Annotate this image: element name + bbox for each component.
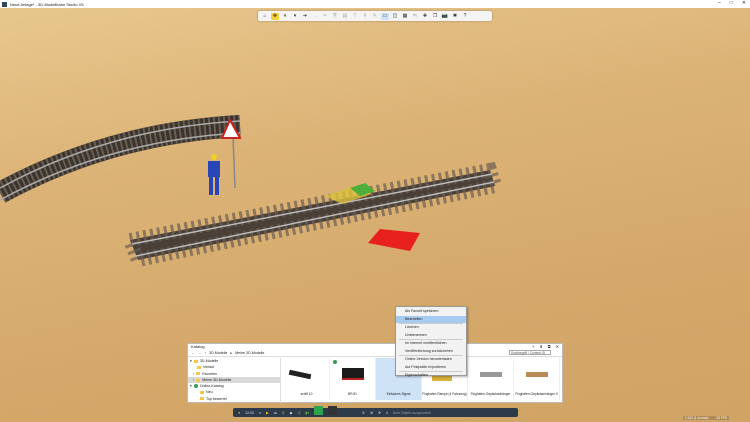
menu-item-download-online[interactable]: Online-Version herunterladen	[396, 356, 466, 364]
menu-item-unpublish[interactable]: Veröffentlichung zurückziehen	[396, 348, 466, 356]
arrow-right-icon[interactable]: →	[311, 13, 319, 20]
layers-icon[interactable]: ◆	[290, 411, 293, 415]
play-icon[interactable]: ▶	[266, 411, 269, 415]
view3d-icon[interactable]: ◫	[391, 13, 399, 20]
breadcrumb-separator: ▸	[230, 351, 233, 355]
straight-track[interactable]	[120, 161, 504, 269]
mirror-icon[interactable]: ⇋	[411, 13, 419, 20]
app-icon	[2, 1, 7, 7]
breadcrumb: ← → ↑ 3D-Modelle ▸ Meine 3D-Modelle	[188, 350, 562, 357]
red-marker	[368, 229, 420, 251]
tools-icon[interactable]: ✣	[378, 411, 381, 415]
globe-icon	[333, 360, 337, 364]
puzzle-icon[interactable]: ✱	[451, 13, 459, 20]
catalog-tile[interactable]: BR 81	[330, 358, 376, 400]
sun-icon[interactable]: ●	[238, 411, 240, 415]
help-icon[interactable]: ?	[461, 13, 469, 20]
align-icon[interactable]: ⇅	[362, 411, 365, 415]
camera-icon[interactable]: 📷	[441, 13, 449, 20]
pause-icon[interactable]: ⏸	[259, 411, 261, 415]
worker-figure	[208, 154, 220, 195]
back-icon[interactable]: ←	[191, 351, 195, 355]
minimize-button[interactable]: –	[718, 0, 721, 6]
tree-item[interactable]: Top bewertet	[188, 396, 280, 402]
window-title: Neue Anlage* - 3D-Modellbahn Studio V5	[10, 1, 84, 7]
view2d-icon[interactable]: ▭	[381, 12, 389, 20]
clock-time[interactable]: 12:00	[245, 411, 254, 415]
globe-icon	[193, 384, 198, 389]
pause-icon[interactable]: ⏸	[281, 13, 289, 20]
chevron-down-icon[interactable]: ▾	[291, 13, 299, 20]
fast-forward-icon[interactable]: ⏭	[274, 411, 277, 415]
folder-icon	[197, 365, 201, 369]
menu-item-properties[interactable]: Eigenschaften	[396, 372, 466, 380]
menu-item-edit[interactable]: Bearbeiten	[396, 315, 466, 323]
layers-icon[interactable]: ▦	[401, 13, 409, 20]
catalog-tile[interactable]: Flughafen-Gepäckanhänger II	[514, 358, 560, 400]
forward-icon[interactable]: →	[198, 351, 202, 355]
search-input[interactable]: Suchbegriff / Content-ID	[509, 350, 551, 355]
menu-item-rename[interactable]: Umbenennen	[396, 332, 466, 340]
grid-icon[interactable]: #	[361, 13, 369, 20]
folder-icon	[196, 372, 201, 376]
breadcrumb-item[interactable]: Meine 3D-Modelle	[235, 351, 264, 355]
breadcrumb-item[interactable]: 3D-Modelle	[209, 351, 227, 355]
status-bar: 1:100 (1 m-max) 33 FPS	[683, 416, 730, 420]
bucket-icon[interactable]: ▮▾	[305, 411, 309, 415]
fps-readout: 33 FPS	[716, 416, 728, 420]
curved-track[interactable]	[0, 115, 241, 203]
catalog-tree: ▾ 3D-Modelle Verlauf › Favoriten › Meine 3D…	[188, 358, 281, 403]
context-menu: Als Favorit speichern Bearbeiten Löschen…	[395, 306, 467, 377]
move-icon[interactable]: ✥	[271, 12, 279, 20]
folder-icon	[193, 359, 198, 363]
up-icon[interactable]: ↑	[204, 351, 206, 355]
main-toolbar: ⌂ ✥ ⏸ ▾ ➔ → ✂ ⎘ ▤ T # ✎ ▭ ◫ ▦ ⇋ ✚ ❐ 📷 ✱ …	[258, 11, 492, 21]
paste-icon[interactable]: ▤	[341, 13, 349, 20]
info-icon[interactable]: ℹ	[386, 411, 387, 415]
menu-item-delete[interactable]: Löschen	[396, 324, 466, 332]
pencil-icon[interactable]: ✎	[371, 13, 379, 20]
menu-item-save-favorite[interactable]: Als Favorit speichern	[396, 308, 466, 316]
cut-icon[interactable]: ✂	[321, 13, 329, 20]
folder-icon	[200, 391, 204, 395]
title-bar: Neue Anlage* - 3D-Modellbahn Studio V5 –…	[0, 0, 750, 8]
shuffle-icon[interactable]: ⤮	[297, 411, 300, 415]
copy-icon[interactable]: ⎘	[331, 13, 339, 20]
bottom-toolbar: ● 12:00 ⏸ ▶ ⏭ ⚲ ◆ ⤮ ▮▾ ⇅ ⚙ ✣ ℹ Kein Obje…	[233, 406, 518, 417]
catalog-tile[interactable]: Flughafen-Gepäckanhänger	[468, 358, 514, 400]
folder-icon	[196, 378, 201, 382]
add-icon[interactable]: ✚	[421, 13, 429, 20]
catalog-toggle-button[interactable]	[314, 406, 324, 415]
maximize-button[interactable]: □	[730, 0, 733, 6]
catalog-tile[interactable]: schiff 10	[284, 358, 330, 400]
menu-item-publish[interactable]: Im Internet veröffentlichen	[396, 340, 466, 348]
menu-item-export[interactable]: Auf Festplatte exportieren	[396, 364, 466, 372]
selection-status: Kein Objekt ausgewählt	[392, 410, 431, 415]
terrain-button[interactable]	[328, 406, 338, 415]
text-icon[interactable]: T	[351, 13, 359, 20]
arrow-icon[interactable]: ➔	[301, 13, 309, 20]
gear-icon[interactable]: ⚙	[370, 411, 373, 415]
search-icon[interactable]: ⚲	[282, 411, 285, 415]
catalog-panel: Katalog + ⬇ ⧉ ✕ ← → ↑ 3D-Modelle ▸ Meine…	[187, 343, 563, 403]
clone-icon[interactable]: ❐	[431, 13, 439, 20]
close-icon[interactable]: ✕	[556, 344, 559, 350]
home-icon[interactable]: ⌂	[261, 13, 269, 20]
scale-readout: 1:100 (1 m-max)	[685, 416, 709, 420]
folder-icon	[200, 397, 204, 401]
close-button[interactable]: ✕	[742, 0, 746, 6]
